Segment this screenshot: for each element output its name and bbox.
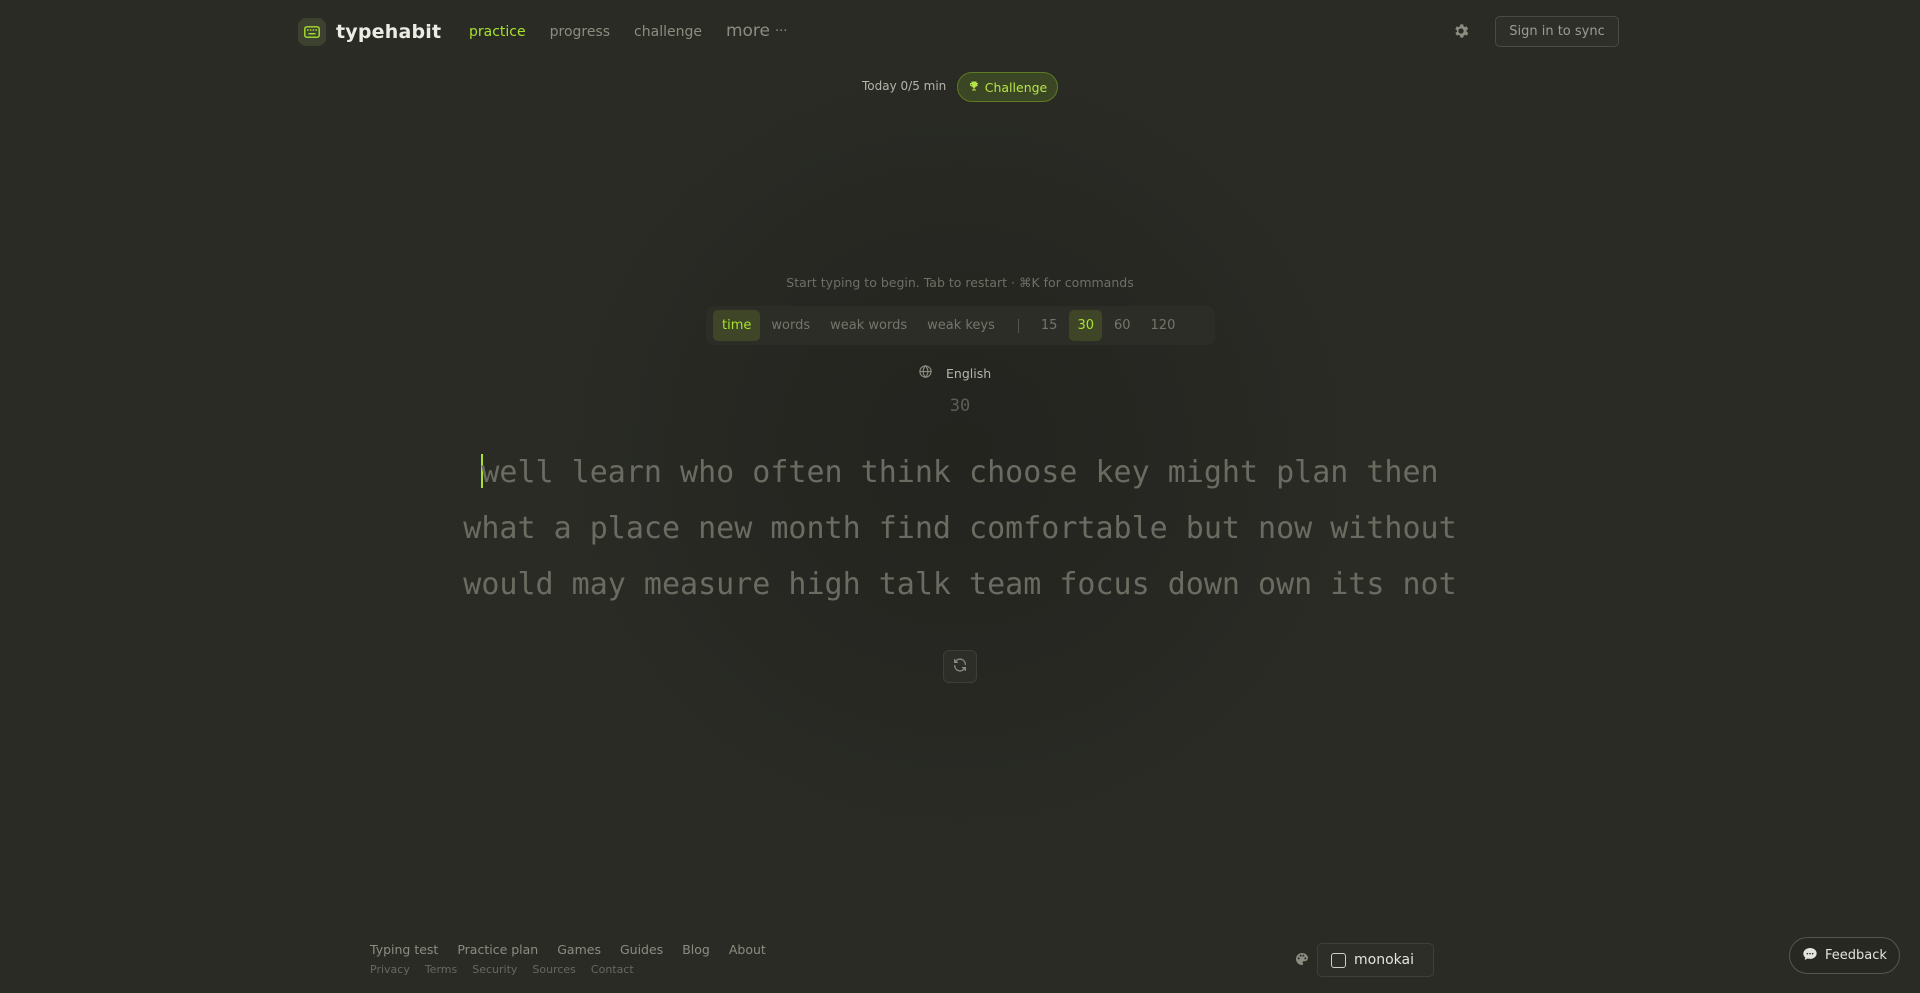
sign-in-button[interactable]: Sign in to sync xyxy=(1495,16,1619,47)
keyboard-icon xyxy=(298,18,326,46)
mode-bar: time words weak words weak keys 15 30 60… xyxy=(706,306,1215,345)
globe-icon xyxy=(918,364,933,383)
nav-challenge[interactable]: challenge xyxy=(634,24,702,40)
word-line-text: well learn who often think choose key mi… xyxy=(481,455,1439,490)
start-hint: Start typing to begin. Tab to restart · … xyxy=(786,275,1134,290)
language-selector[interactable]: English xyxy=(918,364,991,383)
gear-icon[interactable] xyxy=(1452,22,1470,40)
more-dots-icon: ··· xyxy=(775,23,788,39)
logo[interactable]: typehabit xyxy=(298,18,441,46)
footer-link-terms[interactable]: Terms xyxy=(425,963,457,976)
restart-button[interactable] xyxy=(943,650,977,683)
trophy-icon xyxy=(968,80,980,95)
feedback-label: Feedback xyxy=(1825,948,1887,963)
nav-practice[interactable]: practice xyxy=(469,24,526,40)
mode-divider xyxy=(1017,318,1019,333)
footer-link-sources[interactable]: Sources xyxy=(532,963,576,976)
main-nav: practice progress challenge more ··· xyxy=(469,21,787,41)
mode-time[interactable]: time xyxy=(713,310,761,341)
word-line: would may measure high talk team focus d… xyxy=(0,560,1920,616)
duration-30[interactable]: 30 xyxy=(1069,310,1102,341)
daily-progress: Today 0/5 min xyxy=(862,79,947,93)
mode-weak-keys[interactable]: weak keys xyxy=(918,310,1004,341)
nav-progress[interactable]: progress xyxy=(550,24,610,40)
footer-link-contact[interactable]: Contact xyxy=(591,963,634,976)
chat-icon xyxy=(1802,946,1818,966)
footer-link-practice-plan[interactable]: Practice plan xyxy=(457,942,538,957)
duration-15[interactable]: 15 xyxy=(1033,310,1066,341)
top-bar: typehabit practice progress challenge mo… xyxy=(298,14,1620,48)
challenge-label: Challenge xyxy=(984,79,1048,95)
theme-name: monokai xyxy=(1354,952,1414,968)
word-line: well learn who often think choose key mi… xyxy=(0,448,1920,504)
theme-selector[interactable]: monokai xyxy=(1317,943,1434,977)
duration-120[interactable]: 120 xyxy=(1143,310,1184,341)
challenge-button[interactable]: Challenge xyxy=(957,72,1058,102)
footer-link-games[interactable]: Games xyxy=(557,942,601,957)
mode-weak-words[interactable]: weak words xyxy=(821,310,916,341)
refresh-icon xyxy=(952,657,968,677)
footer-links: Typing test Practice plan Games Guides B… xyxy=(370,942,766,957)
timer-display: 30 xyxy=(949,396,971,416)
language-label: English xyxy=(946,366,992,381)
theme-swatch xyxy=(1331,952,1346,968)
app-name: typehabit xyxy=(336,21,442,43)
mode-words[interactable]: words xyxy=(762,310,819,341)
palette-icon[interactable] xyxy=(1294,951,1310,967)
footer-link-typing-test[interactable]: Typing test xyxy=(370,942,438,957)
footer-link-about[interactable]: About xyxy=(729,942,766,957)
duration-60[interactable]: 60 xyxy=(1106,310,1139,341)
footer-link-blog[interactable]: Blog xyxy=(682,942,710,957)
word-line: what a place new month find comfortable … xyxy=(0,504,1920,560)
nav-more[interactable]: more ··· xyxy=(726,21,787,41)
word-line-text: what a place new month find comfortable … xyxy=(463,511,1457,546)
word-line-text: would may measure high talk team focus d… xyxy=(463,567,1457,602)
footer-legal-links: Privacy Terms Security Sources Contact xyxy=(370,963,634,976)
footer-link-privacy[interactable]: Privacy xyxy=(370,963,410,976)
footer-link-security[interactable]: Security xyxy=(472,963,517,976)
word-area[interactable]: well learn who often think choose key mi… xyxy=(0,448,1920,616)
feedback-button[interactable]: Feedback xyxy=(1789,937,1900,974)
footer-link-guides[interactable]: Guides xyxy=(620,942,663,957)
nav-more-label: more xyxy=(725,21,771,41)
